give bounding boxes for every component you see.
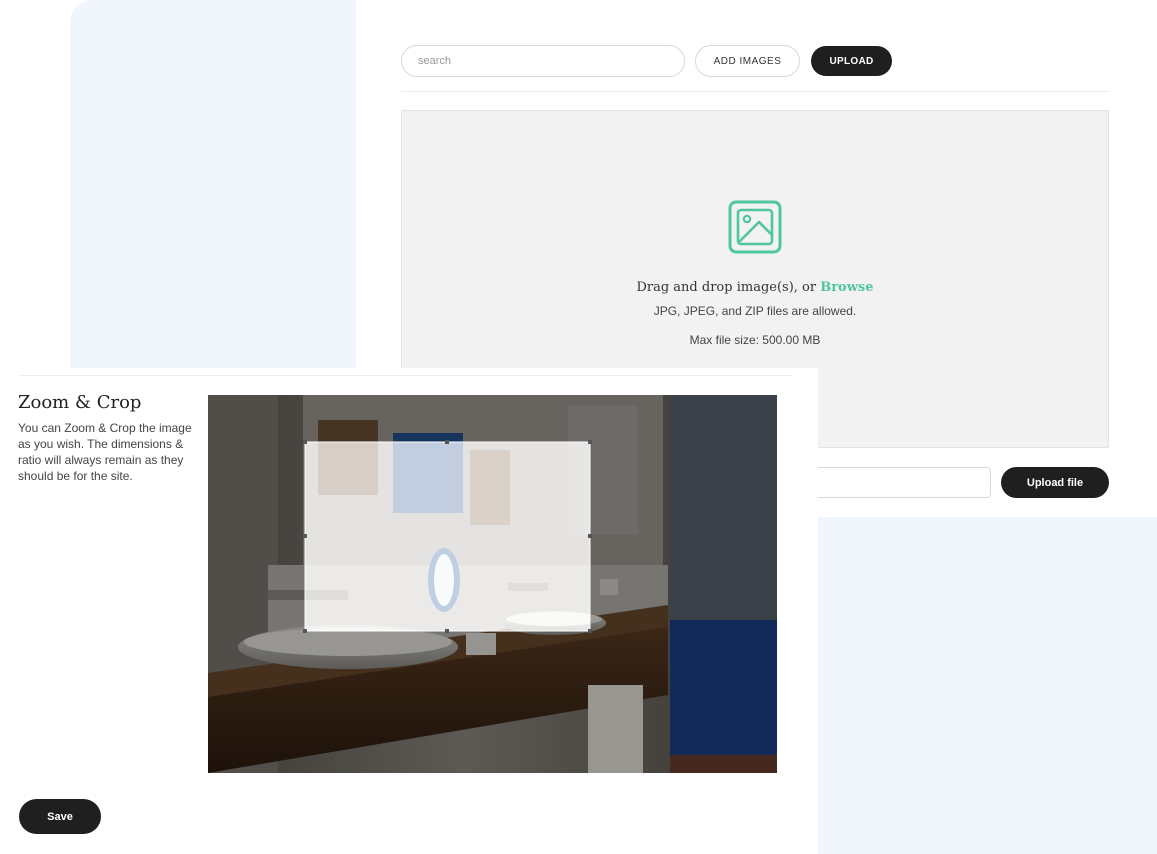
modal-divider [18, 375, 793, 376]
background-panel-right [818, 517, 1157, 854]
upload-button[interactable]: UPLOAD [811, 46, 892, 76]
upload-file-button[interactable]: Upload file [1001, 467, 1109, 498]
search-input[interactable] [401, 45, 685, 77]
add-images-button[interactable]: ADD IMAGES [695, 45, 800, 77]
browse-link[interactable]: Browse [820, 280, 873, 295]
modal-description: You can Zoom & Crop the image as you wis… [18, 421, 192, 483]
max-size-text: Max file size: 500.00 MB [689, 333, 821, 347]
screen: ADD IMAGES UPLOAD Drag and drop image(s)… [0, 0, 1157, 854]
save-button[interactable]: Save [19, 799, 101, 834]
crop-image-canvas[interactable] [208, 395, 777, 773]
drop-instructions: Drag and drop image(s), or Browse [402, 280, 1108, 295]
toolbar-divider [401, 91, 1109, 92]
drop-text: Drag and drop image(s), or [636, 280, 817, 295]
image-icon [728, 200, 782, 254]
modal-title: Zoom & Crop [18, 392, 142, 413]
crop-selection-box[interactable] [303, 440, 592, 633]
file-input[interactable] [811, 467, 991, 498]
zoom-crop-modal: Zoom & Crop You can Zoom & Crop the imag… [0, 368, 818, 854]
background-panel-left [70, 0, 356, 380]
allowed-types-text: JPG, JPEG, and ZIP files are allowed. [653, 304, 857, 318]
